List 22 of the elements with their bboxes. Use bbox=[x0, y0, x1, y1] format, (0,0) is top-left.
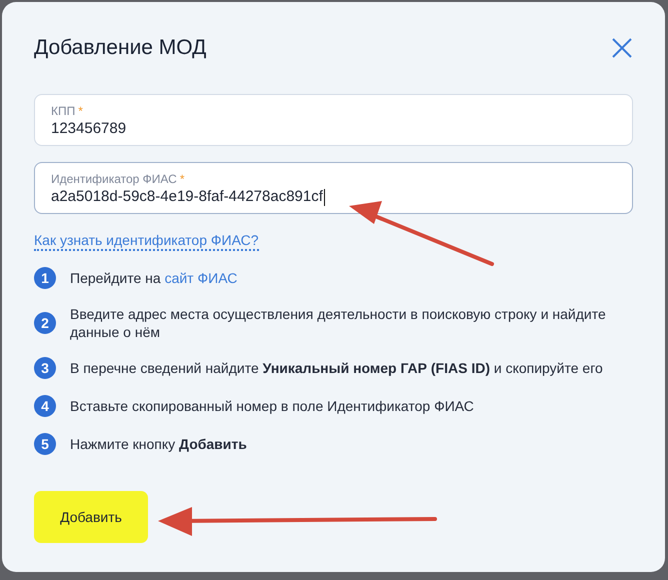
close-button[interactable] bbox=[611, 37, 633, 59]
step-number: 5 bbox=[34, 433, 56, 455]
step-number: 4 bbox=[34, 395, 56, 417]
help-link[interactable]: Как узнать идентификатор ФИАС? bbox=[34, 232, 259, 251]
step-text: Нажмите кнопку Добавить bbox=[70, 435, 247, 453]
input-field[interactable]: КПП * 123456789 bbox=[34, 94, 633, 146]
close-icon bbox=[611, 37, 633, 59]
add-button[interactable]: Добавить bbox=[34, 491, 148, 543]
step-number: 1 bbox=[34, 267, 56, 289]
field-value: a2a5018d-59c8-4e19-8faf-44278ac891cf bbox=[51, 187, 325, 207]
step-number: 2 bbox=[34, 312, 56, 334]
step-text: В перечне сведений найдите Уникальный номер ГАР (FIAS ID) и скопируйте его bbox=[70, 359, 603, 377]
field-value: 123456789 bbox=[51, 119, 126, 139]
input-field[interactable]: Идентификатор ФИАС * a2a5018d-59c8-4e19-8faf-44278ac891cf bbox=[34, 162, 633, 214]
step-text: Введите адрес места осуществления деятельности в поисковую строку и найдите данные о нём bbox=[70, 305, 607, 341]
step-number: 3 bbox=[34, 357, 56, 379]
fias-site-link[interactable]: сайт ФИАС bbox=[164, 270, 238, 286]
step-text: Перейдите на сайт ФИАС bbox=[70, 269, 238, 287]
step-text: Вставьте скопированный номер в поле Идентификатор ФИАС bbox=[70, 397, 474, 415]
dialog-title: Добавление МОД bbox=[34, 36, 206, 60]
field-label: Идентификатор ФИАС * bbox=[51, 171, 184, 187]
field-label: КПП * bbox=[51, 103, 83, 119]
